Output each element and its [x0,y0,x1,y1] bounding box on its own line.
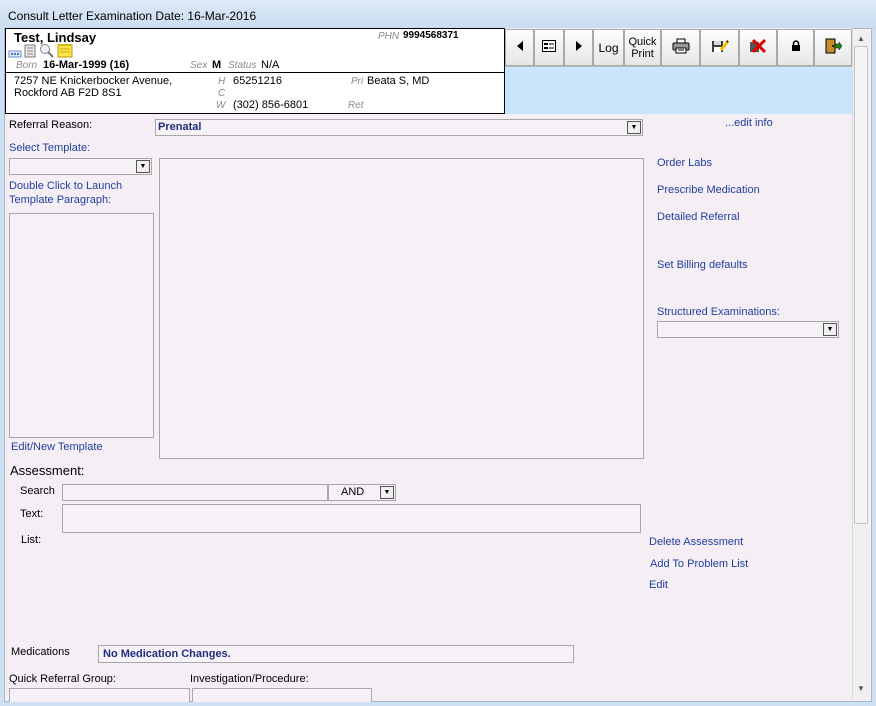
assessment-list[interactable] [62,538,641,638]
triangle-right-icon [575,41,583,54]
quick-referral-group-list[interactable] [9,688,190,702]
more-dots-icon[interactable] [8,47,22,59]
cell-phone-label: C [218,88,226,99]
set-billing-defaults-link[interactable]: Set Billing defaults [657,259,748,271]
delete-assessment-link[interactable]: Delete Assessment [649,536,743,548]
referral-reason-label: Referral Reason: [9,119,93,131]
patient-header: Test, Lindsay PHN 9994568371 Born 16-Mar… [5,28,505,114]
select-template-dropdown[interactable]: ▼ [9,158,152,175]
dropdown-arrow-icon[interactable]: ▼ [627,121,641,134]
lock-icon [791,40,801,55]
form-view-button[interactable] [534,29,564,66]
list-label: List: [21,534,42,546]
scrollbar-thumb[interactable] [854,46,868,524]
investigation-procedure-label: Investigation/Procedure: [190,673,309,685]
notepad-icon[interactable] [57,43,73,58]
select-template-label: Select Template: [9,142,91,154]
edit-info-link[interactable]: ...edit info [725,117,773,129]
assessment-search-input[interactable] [62,484,328,501]
home-phone-value: 65251216 [233,75,282,87]
address-line-1: 7257 NE Knickerbocker Avenue, [14,75,173,87]
dropdown-arrow-icon[interactable]: ▼ [823,323,837,336]
status-label: Status [228,60,257,71]
window-title-bar: Consult Letter Examination Date: 16-Mar-… [0,0,876,30]
referring-physician-label: Ret [348,100,364,111]
next-button[interactable] [564,29,593,66]
disk-pencil-icon [711,38,729,57]
window-title: Consult Letter Examination Date: 16-Mar-… [8,9,257,23]
status-value: N/A [261,59,280,71]
magnifier-icon[interactable] [39,43,55,59]
dropdown-arrow-icon[interactable]: ▼ [380,486,394,499]
referral-reason-value: Prenatal [158,121,202,133]
exit-door-icon [824,38,843,57]
add-to-problem-list-link[interactable]: Add To Problem List [650,558,748,570]
scroll-up-icon[interactable]: ▲ [853,30,869,46]
detailed-referral-link[interactable]: Detailed Referral [657,211,740,223]
discard-button[interactable] [739,29,777,66]
primary-physician-label: Pri [351,76,364,87]
printer-icon [672,38,690,57]
assessment-text-input[interactable] [62,504,641,533]
form-icon [542,40,556,55]
exit-button[interactable] [814,29,852,66]
sex-value: M [212,59,222,71]
phn-value: 9994568371 [403,30,459,41]
patient-header-divider [6,72,504,73]
triangle-left-icon [516,41,524,54]
address-line-2: Rockford AB F2D 8S1 [14,87,122,99]
text-label: Text: [20,508,44,520]
header-info-panel [505,67,852,114]
order-labs-link[interactable]: Order Labs [657,157,712,169]
phn-label: PHN [378,31,400,42]
assessment-heading: Assessment: [10,463,85,478]
quick-print-label-line2: Print [631,47,654,60]
quick-print-button[interactable]: Quick Print [624,29,661,66]
born-value: 16-Mar-1999 (16) [43,59,130,71]
edit-new-template-link[interactable]: Edit/New Template [11,441,103,453]
prescribe-medication-link[interactable]: Prescribe Medication [657,184,760,196]
quick-referral-group-label: Quick Referral Group: [9,673,116,685]
double-click-hint-line1: Double Click to Launch [9,180,123,192]
search-operator-select[interactable]: AND ▼ [328,484,396,501]
structured-examinations-dropdown[interactable]: ▼ [657,321,839,338]
template-paragraph-list[interactable] [9,213,154,438]
letter-text-area[interactable] [159,158,644,459]
save-sign-button[interactable] [700,29,739,66]
search-operator-value: AND [341,486,365,498]
edit-assessment-link[interactable]: Edit [649,579,668,591]
primary-physician-value: Beata S, MD [367,75,430,87]
cross-out-icon [749,38,767,57]
dropdown-arrow-icon[interactable]: ▼ [136,160,150,173]
previous-button[interactable] [505,29,534,66]
lock-button[interactable] [777,29,814,66]
born-label: Born [16,60,38,71]
toolbar: Log Quick Print [505,28,852,67]
scroll-down-icon[interactable]: ▼ [853,680,869,696]
patient-name: Test, Lindsay [14,30,97,45]
medications-label: Medications [11,646,70,658]
double-click-hint-line2: Template Paragraph: [9,194,112,206]
home-phone-label: H [218,76,226,87]
document-icon[interactable] [24,44,36,58]
sex-label: Sex [190,60,208,71]
referral-reason-select[interactable]: Prenatal ▼ [155,119,643,136]
investigation-procedure-list[interactable] [192,688,372,702]
medications-field[interactable]: No Medication Changes. [98,645,574,663]
work-phone-value: (302) 856-6801 [233,99,309,111]
print-button[interactable] [661,29,700,66]
vertical-scrollbar[interactable]: ▲ ▼ [852,30,869,700]
work-phone-label: W [216,100,226,111]
log-label: Log [598,40,619,55]
log-button[interactable]: Log [593,29,624,66]
quick-print-label-line1: Quick [628,35,657,48]
search-label: Search [20,485,55,497]
medications-value: No Medication Changes. [103,648,231,660]
structured-examinations-label: Structured Examinations: [657,306,780,318]
